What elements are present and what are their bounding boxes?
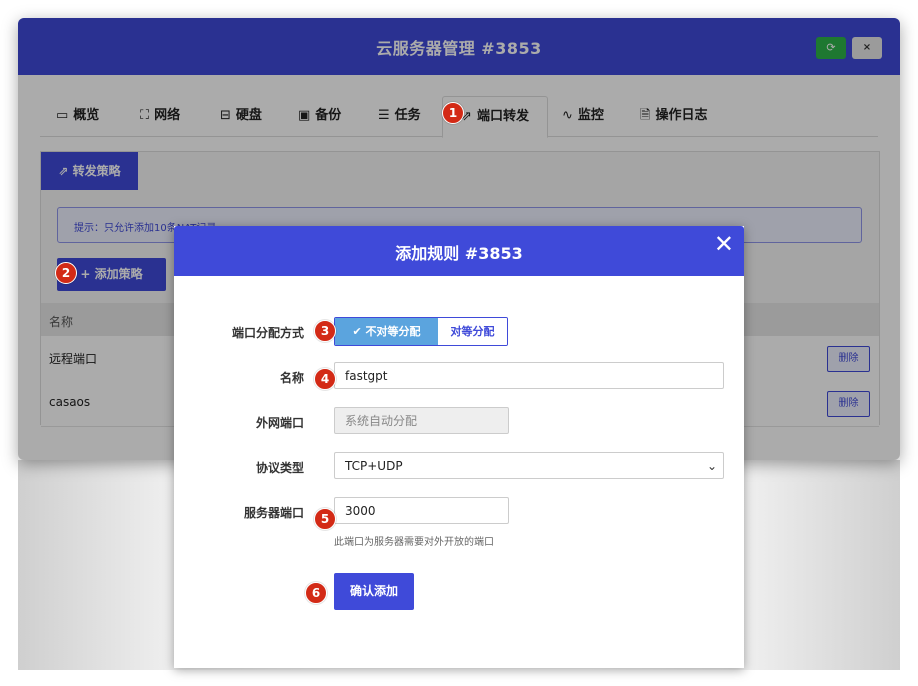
confirm-add-button[interactable]: 确认添加 <box>334 573 414 610</box>
check-icon: ✔ <box>352 325 362 338</box>
protocol-label: 协议类型 <box>255 461 304 475</box>
alloc-option-unequal[interactable]: ✔ 不对等分配 <box>335 318 438 345</box>
step-marker: 1 <box>442 102 464 124</box>
name-label: 名称 <box>279 371 304 385</box>
dialog-close-icon[interactable]: ✕ <box>714 232 734 256</box>
step-marker: 6 <box>305 582 327 604</box>
alloc-option-label: 不对等分配 <box>365 325 421 338</box>
server-port-label: 服务器端口 <box>243 506 304 520</box>
alloc-method-toggle: ✔ 不对等分配 对等分配 <box>334 317 508 346</box>
step-marker: 5 <box>314 508 336 530</box>
external-port-label: 外网端口 <box>255 416 304 430</box>
protocol-select[interactable]: TCP+UDP ⌄ <box>334 452 724 479</box>
step-marker: 2 <box>55 262 77 284</box>
dialog-title: 添加规则 #3853 <box>395 244 523 263</box>
step-marker: 4 <box>314 368 336 390</box>
step-marker: 3 <box>314 320 336 342</box>
alloc-method-label: 端口分配方式 <box>231 326 304 340</box>
alloc-option-equal[interactable]: 对等分配 <box>438 318 507 345</box>
external-port-input: 系统自动分配 <box>334 407 509 434</box>
add-rule-dialog: 添加规则 #3853 ✕ 端口分配方式 ✔ 不对等分配 对等分配 名称 fast… <box>174 226 744 668</box>
server-port-hint: 此端口为服务器需要对外开放的端口 <box>334 537 494 548</box>
name-input[interactable]: fastgpt <box>334 362 724 389</box>
server-port-input[interactable]: 3000 <box>334 497 509 524</box>
protocol-value: TCP+UDP <box>345 459 403 473</box>
dialog-header: 添加规则 #3853 ✕ <box>174 226 744 276</box>
chevron-down-icon: ⌄ <box>706 459 717 473</box>
